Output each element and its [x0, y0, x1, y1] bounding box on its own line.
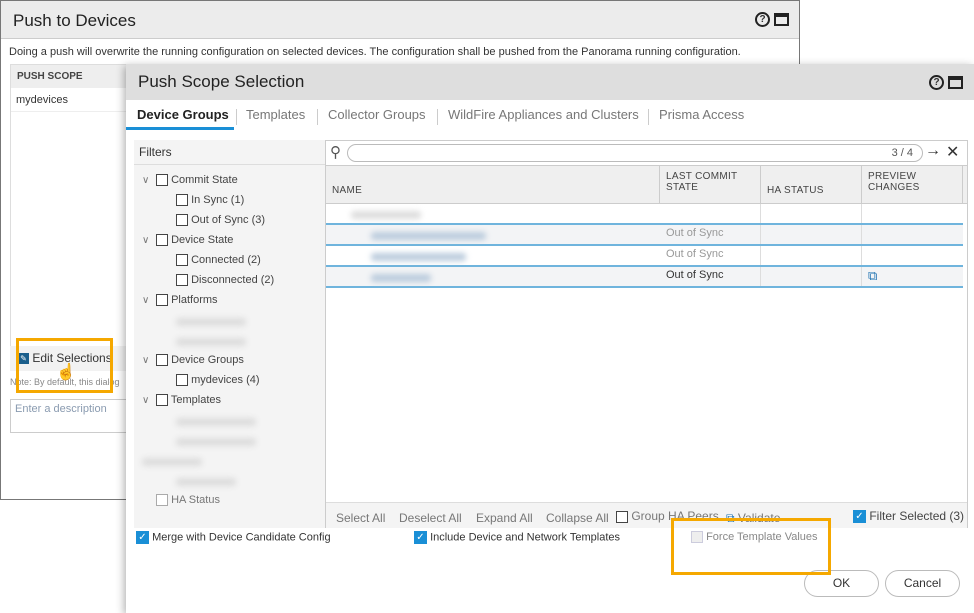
help-icon[interactable]: ?: [755, 12, 770, 27]
filter-out-of-sync[interactable]: Out of Sync (3): [176, 214, 265, 227]
table-row[interactable]: [326, 204, 963, 225]
tab-templates[interactable]: Templates: [246, 107, 305, 122]
window-icon[interactable]: [774, 13, 789, 26]
select-all-button[interactable]: Select All: [336, 511, 385, 525]
highlight-box: [671, 518, 831, 575]
filter-templates[interactable]: ∨ Templates: [142, 394, 221, 407]
push-scope-row[interactable]: mydevices: [11, 88, 126, 112]
filter-ha-status[interactable]: HA Status: [156, 494, 220, 507]
grid-toolbar: Select All Deselect All Expand All Colla…: [326, 502, 967, 528]
tab-device-groups[interactable]: Device Groups: [137, 107, 229, 122]
filter-disconnected[interactable]: Disconnected (2): [176, 274, 274, 287]
tab-collector-groups[interactable]: Collector Groups: [328, 107, 426, 122]
expand-all-button[interactable]: Expand All: [476, 511, 533, 525]
col-preview-changes[interactable]: PREVIEW CHANGES: [862, 166, 963, 204]
filter-device-groups[interactable]: ∨ Device Groups: [142, 354, 244, 367]
dialog-title: Push to Devices: [1, 1, 799, 39]
next-arrow-icon[interactable]: →: [925, 142, 941, 160]
close-icon[interactable]: ✕: [946, 142, 959, 162]
collapse-all-button[interactable]: Collapse All: [546, 511, 609, 525]
filter-device-state[interactable]: ∨ Device State: [142, 234, 233, 247]
filter-platforms[interactable]: ∨ Platforms: [142, 294, 218, 307]
window-icon[interactable]: [948, 76, 963, 89]
merge-checkbox[interactable]: ✓ Merge with Device Candidate Config: [136, 531, 331, 544]
title-icons: ?: [929, 75, 963, 90]
device-grid: ⚲ 3 / 4 → ✕ NAME LAST COMMIT STATE HA ST…: [325, 140, 968, 528]
table-row[interactable]: Out of Sync ⧉: [326, 267, 963, 288]
table-row[interactable]: Out of Sync: [326, 246, 963, 267]
search-icon: ⚲: [330, 144, 341, 161]
table-row[interactable]: Out of Sync: [326, 225, 963, 246]
help-icon[interactable]: ?: [929, 75, 944, 90]
push-scope-table: PUSH SCOPE mydevices: [10, 64, 127, 352]
cancel-button[interactable]: Cancel: [885, 570, 960, 597]
push-description: Doing a push will overwrite the running …: [9, 46, 741, 58]
dialog-title: Push Scope Selection: [126, 64, 974, 100]
include-templates-checkbox[interactable]: ✓ Include Device and Network Templates: [414, 531, 620, 544]
filter-connected[interactable]: Connected (2): [176, 254, 261, 267]
filters-panel: Filters ∨ Commit State In Sync (1) Out o…: [134, 140, 325, 528]
col-last-commit[interactable]: LAST COMMIT STATE: [660, 166, 761, 204]
search-input[interactable]: 3 / 4: [347, 144, 923, 162]
search-counter: 3 / 4: [891, 147, 913, 159]
active-tab-indicator: [126, 127, 234, 130]
description-input[interactable]: Enter a description: [10, 399, 127, 433]
hand-cursor-icon: ☝: [56, 364, 76, 381]
title-icons: ?: [755, 12, 789, 27]
col-name[interactable]: NAME: [326, 166, 660, 204]
filter-in-sync[interactable]: In Sync (1): [176, 194, 244, 207]
filter-selected-checkbox[interactable]: ✓ Filter Selected (3): [853, 509, 964, 524]
filters-title: Filters: [134, 140, 325, 165]
filter-commit-state[interactable]: ∨ Commit State: [142, 174, 238, 187]
col-ha-status[interactable]: HA STATUS: [761, 166, 862, 204]
filter-mydevices[interactable]: mydevices (4): [176, 374, 260, 387]
preview-changes-icon[interactable]: ⧉: [868, 268, 877, 284]
push-scope-header: PUSH SCOPE: [11, 65, 126, 88]
push-scope-selection-dialog: Push Scope Selection ? Device Groups Tem…: [126, 64, 974, 613]
deselect-all-button[interactable]: Deselect All: [399, 511, 462, 525]
grid-header: NAME LAST COMMIT STATE HA STATUS PREVIEW…: [326, 166, 967, 204]
tab-wildfire[interactable]: WildFire Appliances and Clusters: [448, 107, 639, 122]
search-bar: ⚲ 3 / 4 → ✕: [326, 141, 967, 166]
tab-prisma-access[interactable]: Prisma Access: [659, 107, 744, 122]
